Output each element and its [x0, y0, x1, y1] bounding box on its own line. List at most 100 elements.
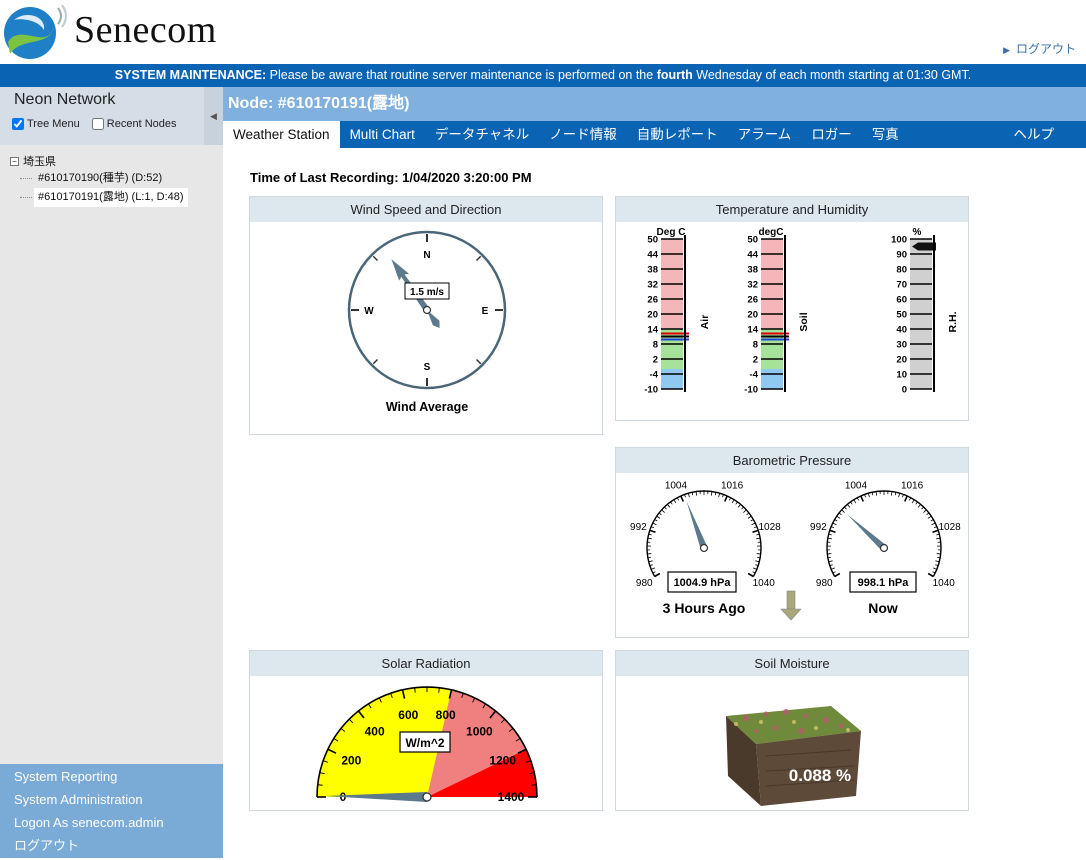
- soil-tick-label: -4: [750, 370, 759, 381]
- barometer-past-tick: [651, 568, 655, 569]
- soil-axis-label: Soil: [798, 312, 810, 331]
- tab-auto-report[interactable]: 自動レポート: [627, 121, 728, 148]
- tab-alarm[interactable]: アラーム: [728, 121, 802, 148]
- barometer-now-tick: [876, 492, 877, 496]
- barometer-past-tick: [725, 496, 727, 501]
- maintenance-emph: fourth: [657, 68, 693, 82]
- barometer-past-tick: [662, 510, 665, 513]
- air-tick-label: 8: [653, 340, 658, 351]
- compass-e-label: E: [482, 306, 489, 317]
- barometer-now-tick: [932, 523, 936, 525]
- air-green-band: [661, 329, 683, 369]
- tab-help[interactable]: ヘルプ: [1004, 121, 1065, 148]
- barometer-now-tick: [927, 513, 929, 515]
- barometer-now-tick: [937, 557, 940, 558]
- soil-moisture-panel-title: Soil Moisture: [616, 651, 968, 676]
- rh-tick-label: 10: [896, 370, 907, 381]
- tree-root-label: 埼玉県: [23, 153, 56, 169]
- tab-photo[interactable]: 写真: [862, 121, 909, 148]
- barometer-past-scale-label: 992: [630, 522, 647, 533]
- sidebar-logout-link[interactable]: ログアウト: [0, 837, 223, 860]
- wind-panel-title: Wind Speed and Direction: [250, 197, 602, 222]
- barometer-past-tick: [755, 561, 759, 562]
- logon-as-link[interactable]: Logon As senecom.admin: [0, 814, 223, 837]
- recent-nodes-label: Recent Nodes: [107, 118, 177, 130]
- barometer-now-caption: Now: [868, 600, 898, 616]
- barometer-now-needle: [847, 514, 886, 550]
- system-administration-link[interactable]: System Administration: [0, 791, 223, 814]
- tab-logger[interactable]: ロガー: [801, 121, 862, 148]
- chevron-right-icon: ▶: [1003, 45, 1010, 55]
- soil-tick-label: 44: [747, 250, 758, 261]
- air-tick-label: 14: [647, 325, 658, 336]
- barometer-now-tick: [936, 538, 940, 539]
- rh-tick-label: 60: [896, 295, 907, 306]
- collapse-sidebar-icon[interactable]: ◀: [204, 87, 223, 145]
- barometer-past-tick: [748, 574, 753, 577]
- barometer-past-needle: [687, 501, 708, 549]
- barometer-now-tick: [899, 493, 900, 497]
- sidebar-options: Tree Menu Recent Nodes: [12, 118, 177, 130]
- network-title: Neon Network: [14, 91, 115, 109]
- logout-link[interactable]: ▶ログアウト: [1003, 40, 1076, 57]
- sidebar-links: System Reporting System Administration L…: [0, 764, 223, 858]
- solar-scale-label: 1200: [489, 754, 516, 768]
- rh-tick-label: 0: [902, 385, 907, 396]
- tab-weather-station[interactable]: Weather Station: [223, 121, 340, 148]
- barometer-now-value: 998.1 hPa: [858, 577, 910, 589]
- barometer-now-tick: [854, 500, 856, 503]
- tree-menu-option[interactable]: Tree Menu: [12, 118, 80, 130]
- soil-cube-image: 0.088 %: [616, 676, 968, 810]
- tree-menu-label: Tree Menu: [27, 118, 80, 130]
- node-title: Node: #610170191(露地): [223, 87, 1086, 121]
- barometer-now-tick: [905, 496, 907, 501]
- air-tick-label: 50: [647, 235, 658, 246]
- tree-node-610170190[interactable]: #610170190(種芋) (D:52): [34, 169, 188, 188]
- recent-nodes-checkbox[interactable]: [92, 118, 104, 130]
- barometer-now-tick: [828, 538, 832, 539]
- barometer-past-tick: [667, 504, 670, 507]
- recent-nodes-option[interactable]: Recent Nodes: [92, 118, 177, 130]
- rh-tick-label: 80: [896, 265, 907, 276]
- barometer-now-tick: [891, 492, 892, 496]
- barometer-past-tick: [754, 527, 757, 528]
- barometer-now-tick: [916, 502, 918, 504]
- barometer-past-tick: [756, 538, 760, 539]
- brand-name: Senecom: [74, 8, 217, 52]
- system-reporting-link[interactable]: System Reporting: [0, 768, 223, 791]
- barometer-now-scale-label: 1028: [938, 522, 961, 533]
- soil-thermometer: 5044383226201482-4-10: [744, 235, 789, 396]
- barometer-past-scale-label: 980: [636, 578, 653, 589]
- humidity-gauge: 1009080706050403020100: [891, 235, 936, 396]
- compass-w-label: W: [364, 306, 374, 317]
- sidebar-header: Neon Network Tree Menu Recent Nodes ◀: [0, 87, 223, 145]
- barometer-past-tick: [743, 510, 746, 513]
- solar-tick: [531, 785, 536, 786]
- barometer-now-hub: [881, 545, 888, 552]
- tree-root[interactable]: −埼玉県: [10, 153, 188, 169]
- barometer-past-tick: [649, 561, 653, 562]
- barometer-past-tick: [711, 492, 712, 496]
- barometer-now-scale-label: 1016: [901, 480, 924, 491]
- collapse-minus-icon[interactable]: −: [10, 157, 19, 166]
- tab-multi-chart[interactable]: Multi Chart: [340, 121, 425, 148]
- barometer-past-tick: [753, 568, 757, 569]
- maintenance-text-1: Please be aware that routine server main…: [266, 68, 657, 82]
- tree-menu-checkbox[interactable]: [12, 118, 24, 130]
- soil-tick-label: 32: [747, 280, 758, 291]
- barometer-past-scale-label: 1004: [665, 480, 688, 491]
- barometer-now-tick: [928, 516, 931, 518]
- soil-tick-label: -10: [744, 385, 758, 396]
- tree-node-610170191[interactable]: #610170191(露地) (L:1, D:48): [34, 188, 188, 207]
- barometer-now-tick: [902, 494, 903, 497]
- tab-data-channel[interactable]: データチャネル: [425, 121, 539, 148]
- rh-tick-label: 30: [896, 340, 907, 351]
- temperature-panel-title: Temperature and Humidity: [616, 197, 968, 222]
- maintenance-text-2: Wednesday of each month starting at 01:3…: [693, 68, 971, 82]
- soil-moisture-value: 0.088 %: [789, 766, 851, 785]
- barometer-now-arc: [827, 491, 941, 577]
- tab-node-info[interactable]: ノード情報: [539, 121, 627, 148]
- barometer-past-tick: [732, 500, 734, 503]
- barometer-now-tick: [861, 496, 863, 501]
- soil-tick-label: 20: [747, 310, 758, 321]
